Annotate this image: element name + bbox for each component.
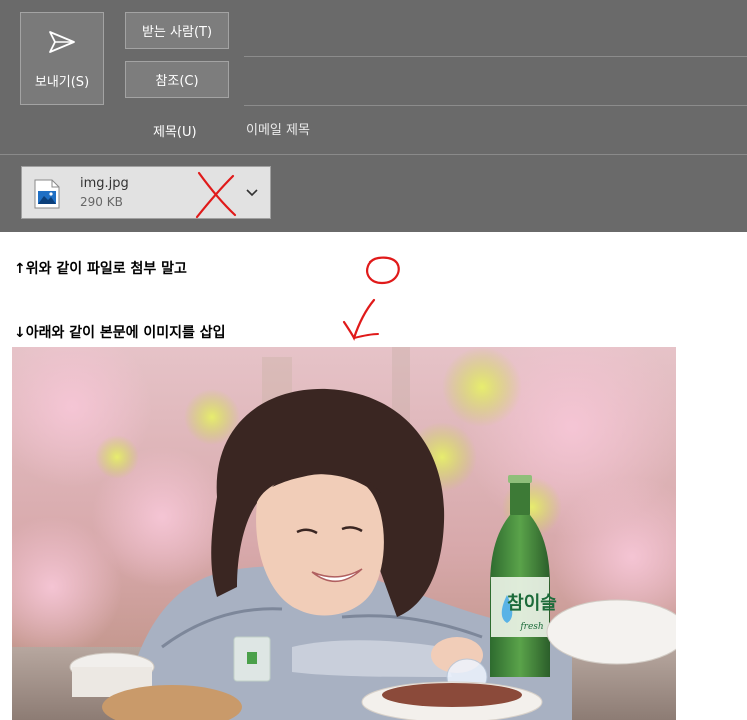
cc-field-underline <box>244 105 747 106</box>
body-text-line-1: ↑위와 같이 파일로 첨부 말고 <box>14 261 187 277</box>
subject-label: 제목(U) <box>153 125 197 140</box>
to-button[interactable]: 받는 사람(T) <box>125 12 229 49</box>
cc-button[interactable]: 참조(C) <box>125 61 229 98</box>
attachment-name: img.jpg <box>80 176 129 191</box>
bottle-label: 참이슬 <box>507 593 557 614</box>
to-field-underline <box>244 56 747 57</box>
image-file-icon <box>34 179 60 209</box>
to-field[interactable] <box>244 12 747 56</box>
attachment-chip[interactable]: img.jpg 290 KB <box>21 166 271 219</box>
red-check-mark <box>342 298 379 341</box>
chevron-down-icon[interactable] <box>240 184 264 202</box>
header-divider <box>0 154 747 155</box>
compose-header: 보내기(S) 받는 사람(T) 참조(C) 제목(U) 이메일 제목 img.j… <box>0 0 747 232</box>
bottle-sublabel: fresh <box>519 622 543 632</box>
red-circle-mark <box>366 256 400 285</box>
subject-input[interactable]: 이메일 제목 <box>246 119 726 141</box>
send-icon <box>49 31 75 53</box>
photo-scene: 참이슬 fresh <box>12 347 676 720</box>
embedded-photo: 참이슬 fresh <box>12 347 676 720</box>
attachment-size: 290 KB <box>80 195 123 209</box>
body-text-line-2: ↓아래와 같이 본문에 이미지를 삽입 <box>14 325 226 341</box>
send-button-label: 보내기(S) <box>34 75 90 90</box>
send-button[interactable]: 보내기(S) <box>20 12 104 105</box>
cc-field[interactable] <box>244 61 747 105</box>
